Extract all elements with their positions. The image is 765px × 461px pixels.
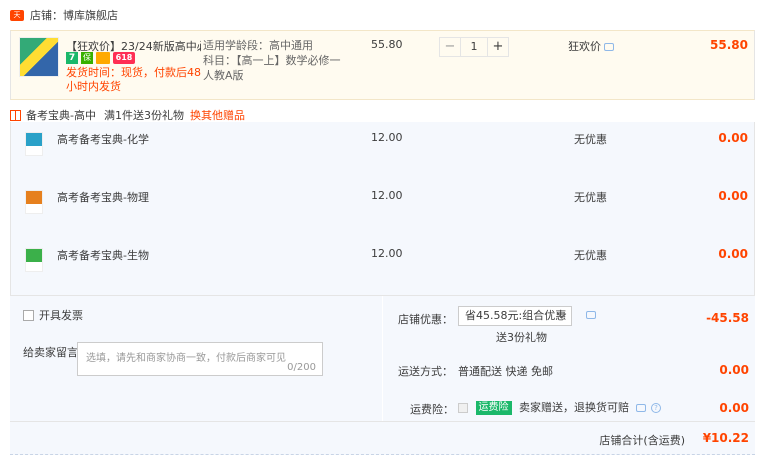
attr-stage: 适用学龄段：高中通用 — [203, 39, 313, 52]
gift-header: 备考宝典-高中 满1件送3份礼物 换其他赠品 — [10, 107, 245, 123]
gift-price: 12.00 — [371, 131, 403, 144]
shipping-value: 普通配送 快递 免邮 — [458, 365, 553, 378]
item-subtotal: 55.80 — [710, 38, 748, 52]
gift-title[interactable]: 高考备考宝典-生物 — [57, 247, 149, 263]
gift-total: 0.00 — [718, 131, 748, 145]
quantity-input[interactable]: 1 — [460, 38, 488, 56]
item-thumbnail[interactable] — [19, 37, 59, 77]
insurance-text: 卖家赠送，退换货可赔 — [519, 401, 629, 414]
insurance-amount: 0.00 — [719, 401, 749, 415]
shop-total-label: 店铺合计(含运费) — [599, 434, 685, 447]
shipping-amount: 0.00 — [719, 363, 749, 377]
gift-price: 12.00 — [371, 189, 403, 202]
item-promo: 狂欢价 — [568, 38, 614, 54]
gift-promo: 无优惠 — [574, 249, 607, 262]
gift-total: 0.00 — [718, 247, 748, 261]
insurance-badge: 运费险 — [475, 401, 512, 415]
shop-discount-amount: -45.58 — [706, 311, 749, 325]
item-attributes: 适用学龄段：高中通用 科目：【高一上】数学必修一 人教A版 — [203, 38, 348, 83]
gift-thumbnail[interactable] — [25, 248, 43, 272]
decrease-quantity-button[interactable]: − — [440, 38, 460, 56]
insurance-chat-icon[interactable] — [635, 404, 646, 412]
invoice-label: 开具发票 — [39, 309, 83, 322]
gift-thumbnail[interactable] — [25, 190, 43, 214]
gift-promo: 无优惠 — [574, 133, 607, 146]
gift-header-label: 备考宝典-高中 — [26, 109, 96, 122]
delivery-time: 发货时间：现货，付款后48小时内发货 — [66, 66, 201, 93]
seven-day-return-icon: 7 — [66, 52, 78, 64]
shop-discount-note: 送3份礼物 — [496, 331, 547, 344]
shop-icon: 天 — [10, 9, 24, 21]
shop-total-value: ¥10.22 — [702, 431, 749, 445]
gift-title[interactable]: 高考备考宝典-化学 — [57, 131, 149, 147]
discount-info-icon[interactable] — [586, 311, 596, 319]
insurance-label: 运费险： — [410, 403, 454, 416]
cart-item-row: 【狂欢价】23/24新版高中必刷… 7 保 618 发货时间：现货，付款后48小… — [10, 30, 755, 100]
gift-row: 高考备考宝典-生物 12.00 无优惠 0.00 — [10, 238, 755, 296]
attr-subject: 科目：【高一上】数学必修一 人教A版 — [203, 54, 341, 82]
item-badges: 7 保 618 — [66, 52, 135, 64]
shop-discount-label: 店铺优惠： — [398, 313, 453, 326]
gift-rule: 满1件送3份礼物 — [103, 109, 184, 122]
guarantee-icon: 保 — [81, 52, 93, 64]
promo-label: 狂欢价 — [568, 40, 601, 53]
message-placeholder: 选填，请先和商家协商一致，付款后商家可见 — [86, 353, 286, 364]
shop-total-bar: 店铺合计(含运费) ¥10.22 — [10, 421, 755, 455]
order-options-panel: 开具发票 给卖家留言： 选填，请先和商家协商一致，付款后商家可见 0/200 店… — [10, 295, 755, 422]
invoice-checkbox[interactable] — [23, 309, 34, 321]
insurance-option: 运费险 卖家赠送，退换货可赔 ? — [458, 399, 661, 415]
gift-icon — [10, 109, 21, 121]
gift-row: 高考备考宝典-化学 12.00 无优惠 0.00 — [10, 122, 755, 180]
change-gift-link[interactable]: 换其他赠品 — [190, 107, 245, 123]
shop-header: 天 店铺：博库旗舰店 — [0, 0, 765, 30]
help-icon[interactable]: ? — [651, 403, 661, 413]
shop-discount-value: 省45.58元:组合优惠 — [465, 309, 567, 322]
gift-promo: 无优惠 — [574, 191, 607, 204]
gift-price: 12.00 — [371, 247, 403, 260]
promo-info-icon[interactable] — [604, 43, 614, 51]
quantity-stepper: − 1 + — [439, 37, 509, 57]
shipping-label: 运送方式： — [398, 365, 453, 378]
panel-divider — [382, 296, 383, 422]
seller-message-input[interactable]: 选填，请先和商家协商一致，付款后商家可见 0/200 — [77, 342, 323, 376]
shop-name[interactable]: 店铺：博库旗舰店 — [30, 7, 118, 23]
gift-total: 0.00 — [718, 189, 748, 203]
gift-row: 高考备考宝典-物理 12.00 无优惠 0.00 — [10, 180, 755, 238]
gift-thumbnail[interactable] — [25, 132, 43, 156]
gift-title[interactable]: 高考备考宝典-物理 — [57, 189, 149, 205]
increase-quantity-button[interactable]: + — [488, 38, 508, 56]
message-char-count: 0/200 — [287, 362, 316, 373]
card-payment-icon — [96, 52, 110, 64]
invoice-option[interactable]: 开具发票 — [23, 307, 83, 323]
insurance-checkbox[interactable] — [458, 403, 468, 413]
promo-618-badge: 618 — [113, 52, 135, 64]
unit-price: 55.80 — [371, 38, 403, 51]
shop-discount-select[interactable]: 省45.58元:组合优惠 — [458, 306, 572, 326]
